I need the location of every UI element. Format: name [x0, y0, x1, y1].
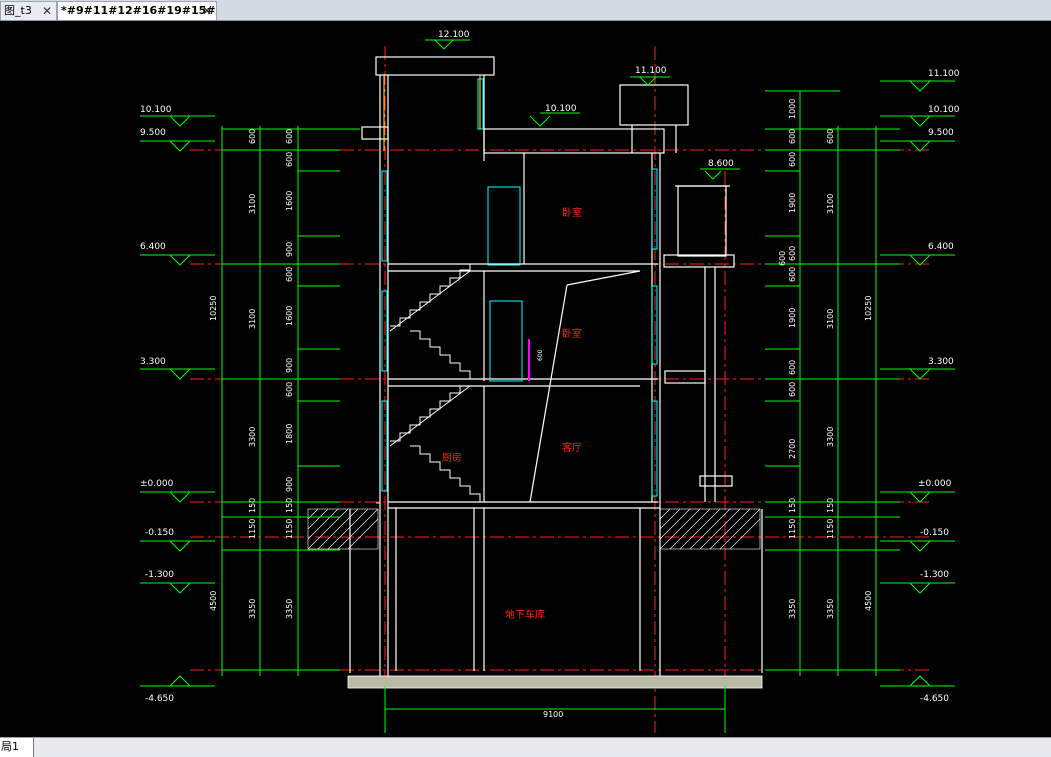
dim-text: 1600	[285, 306, 294, 326]
elev-label-l6: -0.150	[145, 528, 174, 538]
tab-active-drawing[interactable]: *#9#11#12#16#19#15# ✕	[57, 1, 217, 20]
dim-text: 150	[826, 498, 835, 513]
dim-text: 3350	[248, 599, 257, 619]
dim-text: 600	[285, 267, 294, 282]
dim-text: 1900	[788, 308, 797, 328]
tab-layout-1[interactable]: 局1	[0, 738, 34, 757]
elev-label-r3: 9.500	[928, 128, 954, 138]
dim-text: 4500	[209, 591, 218, 611]
dim-text: 600	[788, 360, 797, 375]
room-label-basement-garage: 地下车库	[505, 608, 545, 621]
elev-label-top: 12.100	[438, 30, 470, 40]
tab-label: 图_t3	[4, 4, 32, 17]
elev-label-right-top: 11.100	[635, 66, 667, 76]
dim-text: 900	[285, 477, 294, 492]
dim-text: 2700	[788, 439, 797, 459]
elev-label-l2: 9.500	[140, 128, 166, 138]
dim-text: 600	[285, 129, 294, 144]
elev-label-balcony: 8.600	[708, 159, 734, 169]
dim-text: 1150	[248, 519, 257, 539]
elev-label-r1: 11.100	[928, 69, 960, 79]
dim-text: 900	[285, 358, 294, 373]
dim-text: 1900	[788, 193, 797, 213]
dim-text: 1150	[826, 519, 835, 539]
elev-label-l4: 3.300	[140, 357, 166, 367]
dim-text: 3350	[285, 599, 294, 619]
dim-text: 600	[285, 382, 294, 397]
dim-text: 3100	[248, 194, 257, 214]
drawing-canvas[interactable]: 10.100 9.500 6.400 3.300 ±0.000 -0.150 -…	[0, 21, 1051, 737]
dim-text: 600	[826, 129, 835, 144]
elev-label-r6: ±0.000	[918, 479, 952, 489]
elev-label-l3: 6.400	[140, 242, 166, 252]
dim-text: 1150	[788, 519, 797, 539]
dim-text: 1600	[285, 191, 294, 211]
room-label-bedroom-lower: 卧室	[562, 327, 582, 340]
dim-text: 600	[788, 382, 797, 397]
dim-text: 10250	[209, 296, 218, 321]
dim-text: 600	[285, 152, 294, 167]
elev-label-r4: 6.400	[928, 242, 954, 252]
dim-text: 3100	[248, 309, 257, 329]
document-tab-bar: 图_t3 ✕ *#9#11#12#16#19#15# ✕	[0, 0, 1051, 21]
room-label-kitchen: 厨房	[442, 451, 462, 464]
dim-text: 600	[788, 267, 797, 282]
room-label-bedroom-upper: 卧室	[562, 206, 582, 219]
basement-slab	[347, 675, 763, 689]
dim-text: 3100	[826, 194, 835, 214]
dim-text: 3350	[826, 599, 835, 619]
close-icon[interactable]: ✕	[42, 2, 52, 20]
dim-text: 900	[285, 242, 294, 257]
elev-label-mid-roof: 10.100	[545, 104, 577, 114]
dim-text: 3350	[788, 599, 797, 619]
dim-text: 10250	[864, 296, 873, 321]
dim-text: 600	[537, 349, 544, 361]
elev-label-r7: -0.150	[920, 528, 949, 538]
dim-text: 1000	[788, 99, 797, 119]
dim-text: 1800	[285, 424, 294, 444]
tab-label: *#9#11#12#16#19#15#	[61, 4, 216, 17]
dim-text: 4500	[864, 591, 873, 611]
elev-label-r2: 10.100	[928, 105, 960, 115]
bottom-dimension-text: 9100	[543, 710, 563, 719]
dim-text: 150	[788, 498, 797, 513]
dim-text: 600	[788, 129, 797, 144]
layout-tab-bar: 局1	[0, 737, 1051, 757]
dim-text: 3100	[826, 309, 835, 329]
close-icon[interactable]: ✕	[202, 2, 212, 20]
elev-label-l7: -1.300	[145, 570, 174, 580]
room-label-living-room: 客厅	[562, 441, 582, 454]
dim-text: 600	[248, 129, 257, 144]
dim-text: 1150	[285, 519, 294, 539]
elev-label-r8: -1.300	[920, 570, 949, 580]
dim-text: 600	[778, 251, 787, 266]
elev-label-l1: 10.100	[140, 105, 172, 115]
dim-text: 600	[788, 246, 797, 261]
dim-text: 600	[788, 152, 797, 167]
dim-text: 3300	[826, 427, 835, 447]
elev-label-r5: 3.300	[928, 357, 954, 367]
dim-text: 150	[248, 498, 257, 513]
elev-label-r9: -4.650	[920, 694, 949, 704]
dim-text: 3300	[248, 427, 257, 447]
tab-drawing-t3[interactable]: 图_t3 ✕	[0, 1, 57, 20]
dim-text: 150	[285, 498, 294, 513]
elev-label-l8: -4.650	[145, 694, 174, 704]
elev-label-l5: ±0.000	[140, 479, 174, 489]
